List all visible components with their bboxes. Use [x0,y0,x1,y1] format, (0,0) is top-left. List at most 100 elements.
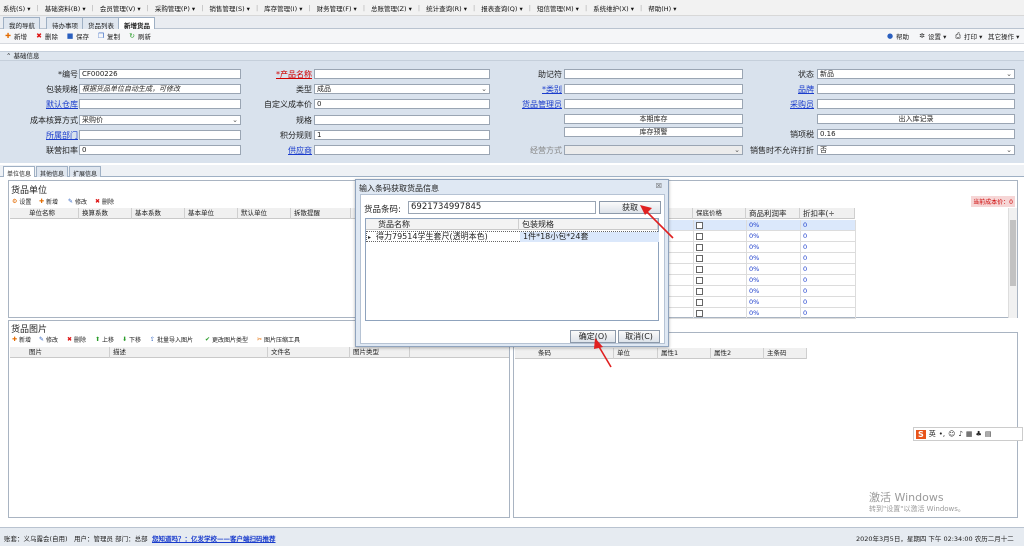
punctuation-icon[interactable]: •, [939,430,945,438]
output-tax-field[interactable]: 0.16 [817,129,1015,139]
discount-rate-cell[interactable]: 0 [800,297,807,308]
menu-item[interactable]: 系统维护(X) ▾ [593,3,634,13]
spec-field[interactable]: 根据货品单位自动生成，可修改 [79,84,241,94]
scrollbar-thumb[interactable] [1010,220,1016,286]
min-price-checkbox[interactable] [696,288,703,295]
ok-button[interactable]: 确定(O) [570,330,616,343]
col-price-blank[interactable] [673,208,693,219]
price-scrollbar[interactable] [1008,208,1017,318]
col-conversion[interactable]: 换算系数 [79,208,132,219]
ime-toolbar[interactable]: S 英 •, ☺ ♪ ▦ ♣ ▤ [913,427,1023,441]
discount-rate-cell[interactable]: 0 [800,242,807,253]
warehouse-field[interactable] [79,99,241,109]
col-unit[interactable]: 单位 [614,348,658,359]
col-min-price[interactable]: 保底价格 [693,208,746,219]
menu-item[interactable]: 系统(S) ▾ [3,3,31,13]
min-price-checkbox[interactable] [696,277,703,284]
brand-field[interactable] [817,84,1015,94]
col-base-coef[interactable]: 基本系数 [132,208,185,219]
other-actions-button[interactable]: 其它操作 ▾ [988,31,1019,41]
buyer-label[interactable]: 采购员 [746,99,814,110]
tab-other-info[interactable]: 其他信息 [36,166,69,178]
min-price-checkbox[interactable] [696,299,703,306]
menu-item[interactable]: 基础资料(B) ▾ [45,3,86,13]
units-settings-button[interactable]: ⚙ 设置 [12,197,31,206]
save-button[interactable]: ■ 保存 [66,31,89,41]
tab-goods-list[interactable]: 货品列表 [82,17,119,30]
menu-item[interactable]: 采购管理(P) ▾ [155,3,195,13]
images-move-down-button[interactable]: ⬇ 下移 [122,335,141,344]
profit-rate-cell[interactable]: 0% [746,220,759,231]
dialog-close-icon[interactable]: ☒ [656,182,662,190]
product-name-field[interactable] [314,69,490,79]
tab-new-goods[interactable]: 新增货品 [118,17,155,30]
dialog-result-row[interactable]: ▸ 得力79514学生套尺(透明本色) 1件*18小包*24套 [366,231,659,242]
min-price-checkbox[interactable] [696,266,703,273]
mnemonic-field[interactable] [564,69,743,79]
units-new-button[interactable]: ✚ 新增 [39,197,58,206]
skin-icon[interactable]: ♣ [976,430,982,438]
brand-label[interactable]: 品牌 [746,84,814,95]
images-new-button[interactable]: ✚ 新增 [12,335,31,344]
microphone-icon[interactable]: ♪ [958,430,962,438]
warehouse-label[interactable]: 默认仓库 [10,99,78,110]
discount-rate-cell[interactable]: 0 [800,264,807,275]
supplier-field[interactable] [314,145,490,155]
profit-rate-cell[interactable]: 0% [746,253,759,264]
custom-cost-field[interactable]: 0 [314,99,490,109]
code-field[interactable]: CF000226 [79,69,241,79]
stock-warning-button[interactable]: 库存预警 [564,127,743,137]
basic-info-header[interactable]: ⌃ 基础信息 [0,51,1024,61]
barcode-input[interactable]: 6921734997845 [408,201,596,214]
joint-discount-field[interactable]: 0 [79,145,241,155]
refresh-button[interactable]: ↻ 刷新 [128,31,151,41]
profit-rate-cell[interactable]: 0% [746,308,759,319]
io-record-button[interactable]: 出入库记录 [817,114,1015,124]
no-discount-select[interactable]: 否 ⌄ [817,145,1015,155]
col-attr2[interactable]: 属性2 [711,348,764,359]
col-split-alert[interactable]: 拆散提醒 [291,208,351,219]
status-tip-link[interactable]: 您知道吗？：亿发学校——客户端扫码推荐 [152,533,276,543]
model-field[interactable] [314,115,490,125]
col-image[interactable]: 图片 [26,347,110,358]
discount-rate-cell[interactable]: 0 [800,308,807,319]
discount-rate-cell[interactable]: 0 [800,231,807,242]
images-move-up-button[interactable]: ⬆ 上移 [95,335,114,344]
ime-language[interactable]: 英 [929,429,936,439]
images-delete-button[interactable]: ✖ 删除 [67,335,86,344]
discount-rate-cell[interactable]: 0 [800,253,807,264]
tab-my-navigation[interactable]: 我的导航 [3,17,40,30]
menu-item[interactable]: 帮助(H) ▾ [648,3,676,13]
points-field[interactable]: 1 [314,130,490,140]
col-goods-name[interactable]: 货品名称 [375,219,519,230]
manager-field[interactable] [564,99,743,109]
discount-rate-cell[interactable]: 0 [800,220,807,231]
category-field[interactable] [564,84,743,94]
emoji-icon[interactable]: ☺ [948,430,955,438]
menu-item[interactable]: 短信管理(M) ▾ [537,3,579,13]
col-profit-rate[interactable]: 商品利润率 [746,208,800,219]
toolbox-icon[interactable]: ▤ [985,430,992,438]
col-pack-spec[interactable]: 包装规格 [519,219,658,230]
profit-rate-cell[interactable]: 0% [746,286,759,297]
type-select[interactable]: 成品 ⌄ [314,84,490,94]
supplier-label[interactable]: 供应商 [244,145,312,156]
copy-button[interactable]: ❐ 复制 [97,31,120,41]
col-base-unit[interactable]: 基本单位 [185,208,238,219]
profit-rate-cell[interactable]: 0% [746,242,759,253]
profit-rate-cell[interactable]: 0% [746,297,759,308]
images-batch-import-button[interactable]: ⇪ 批量导入图片 [150,335,193,344]
discount-rate-cell[interactable]: 0 [800,286,807,297]
units-delete-button[interactable]: ✖ 删除 [95,197,114,206]
col-image-type[interactable]: 图片类型 [350,347,410,358]
col-description[interactable]: 描述 [110,347,268,358]
images-compress-button[interactable]: ✂ 图片压缩工具 [257,335,300,344]
delete-button[interactable]: ✖ 删除 [35,31,58,41]
settings-button[interactable]: ✲ 设置 ▾ [918,31,946,41]
min-price-checkbox[interactable] [696,244,703,251]
buyer-field[interactable] [817,99,1015,109]
cancel-button[interactable]: 取消(C) [618,330,660,343]
col-attr1[interactable]: 属性1 [658,348,711,359]
fetch-button[interactable]: 获取 [599,201,661,214]
col-barcode[interactable]: 条码 [535,348,614,359]
